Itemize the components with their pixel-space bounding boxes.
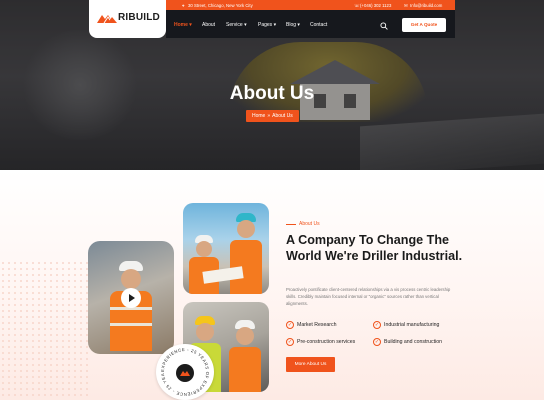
- mail-icon: ✉: [404, 3, 408, 8]
- nav-item-about[interactable]: About: [202, 22, 215, 28]
- check-icon: ✓: [286, 321, 294, 329]
- phone-icon: ☏: [354, 3, 360, 8]
- play-video-button[interactable]: [121, 288, 141, 308]
- site-logo[interactable]: RIBUILD: [89, 0, 166, 38]
- check-icon: ✓: [373, 321, 381, 329]
- page-title: About Us: [229, 83, 315, 104]
- badge-logo-icon: [176, 364, 194, 382]
- email-text[interactable]: Info@ribuild.com: [410, 3, 442, 8]
- section-heading: A Company To Change The World We're Dril…: [286, 233, 463, 263]
- check-icon: ✓: [286, 338, 294, 346]
- engineers-site-image: [183, 203, 269, 294]
- breadcrumb-home-link[interactable]: Home: [252, 110, 265, 122]
- breadcrumb-current: About Us: [272, 113, 293, 119]
- feature-item: ✓ Market Research: [286, 321, 337, 329]
- dot-pattern-decoration: [0, 260, 90, 400]
- check-icon: ✓: [373, 338, 381, 346]
- nav-item-service[interactable]: Service ▾: [226, 22, 247, 28]
- top-info-bar: ⌖ 30 Street, Chicago, New York City ☏ (+…: [166, 0, 455, 10]
- nav-item-blog[interactable]: Blog ▾: [286, 22, 300, 28]
- section-subtitle: About Us: [286, 221, 320, 227]
- breadcrumb: Home » About Us: [246, 110, 299, 122]
- phone-text[interactable]: (+046) 302 1123: [360, 3, 391, 8]
- more-about-button[interactable]: More About Us: [286, 357, 335, 372]
- logo-icon: [97, 15, 117, 23]
- get-quote-button[interactable]: Get A Quote: [402, 18, 446, 32]
- nav-item-home[interactable]: Home ▾: [174, 22, 192, 28]
- feature-item: ✓ Pre-construction services: [286, 338, 356, 346]
- section-paragraph: Proactively pontificate client-centered …: [286, 287, 451, 306]
- breadcrumb-separator: »: [267, 113, 271, 119]
- logo-text: RIBUILD: [118, 12, 160, 23]
- address-text: 30 Street, Chicago, New York City: [188, 3, 253, 8]
- nav-item-contact[interactable]: Contact: [310, 22, 327, 28]
- nav-item-pages[interactable]: Pages ▾: [258, 22, 276, 28]
- search-icon[interactable]: [380, 22, 388, 30]
- experience-badge: EXPERIENCE - 25 YEARS OF EXPERIENCE - 25…: [156, 344, 214, 400]
- feature-item: ✓ Building and construction: [373, 338, 442, 346]
- location-icon: ⌖: [182, 3, 185, 8]
- feature-item: ✓ Industrial manufacturing: [373, 321, 440, 329]
